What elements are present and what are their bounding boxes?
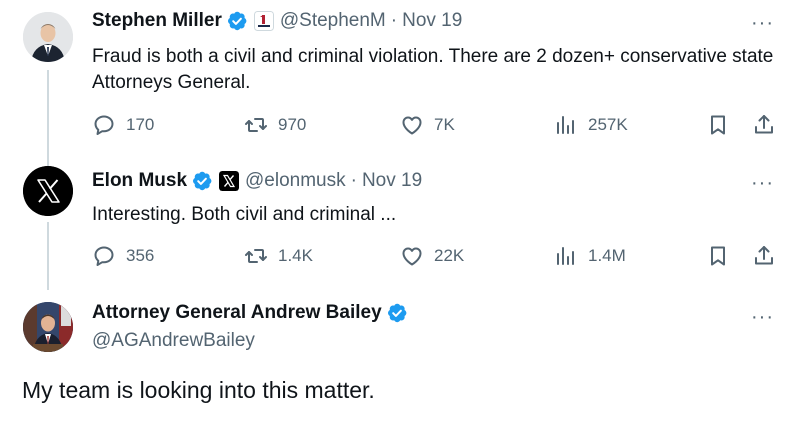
tweet-stephen-miller[interactable]: Stephen Miller @StephenM · Nov 19 ··· Fr… xyxy=(0,0,800,160)
tweet-actions: 356 1.4K 22K 1.4M xyxy=(92,244,782,270)
view-count: 1.4M xyxy=(588,246,626,265)
verified-badge-icon[interactable] xyxy=(191,170,213,192)
more-options-icon[interactable]: ··· xyxy=(751,13,774,33)
like-button[interactable]: 22K xyxy=(400,244,464,268)
retweet-button[interactable]: 1.4K xyxy=(244,244,313,268)
reply-count: 170 xyxy=(126,115,155,134)
heart-icon xyxy=(402,247,422,266)
separator: · xyxy=(350,170,357,191)
tweet-actions: 170 970 7K 257K xyxy=(92,113,782,139)
views-button[interactable]: 257K xyxy=(554,113,628,137)
tweet-andrew-bailey[interactable]: Attorney General Andrew Bailey @AGAndrew… xyxy=(0,290,800,426)
bookmark-button[interactable] xyxy=(706,113,730,137)
x-affiliation-badge-icon[interactable] xyxy=(219,171,240,191)
retweet-button[interactable]: 970 xyxy=(244,113,306,137)
retweet-icon xyxy=(245,249,267,263)
handle-row: @AGAndrewBailey xyxy=(92,330,255,352)
like-button[interactable]: 7K xyxy=(400,113,455,137)
x-logo-icon xyxy=(23,166,73,216)
reply-icon xyxy=(94,115,114,135)
avatar[interactable] xyxy=(23,302,73,352)
verified-badge-icon[interactable] xyxy=(386,302,408,324)
views-button[interactable]: 1.4M xyxy=(554,244,626,268)
tweet-text: My team is looking into this matter. xyxy=(22,377,375,403)
tweet-elon-musk[interactable]: Elon Musk @elonmusk · Nov 19 ··· Interes… xyxy=(0,160,800,290)
author-handle[interactable]: @elonmusk xyxy=(245,170,346,192)
reply-button[interactable]: 170 xyxy=(92,113,154,137)
views-icon xyxy=(557,247,574,265)
retweet-count: 970 xyxy=(278,115,307,134)
author-handle[interactable]: @AGAndrewBailey xyxy=(92,330,255,352)
tweet-text: Fraud is both a civil and criminal viola… xyxy=(92,46,774,93)
affiliation-badge-icon[interactable] xyxy=(253,11,274,31)
avatar[interactable] xyxy=(23,166,73,216)
bookmark-icon xyxy=(711,246,725,266)
retweet-icon xyxy=(245,118,267,132)
tweet-date[interactable]: Nov 19 xyxy=(362,170,422,192)
verified-badge-icon[interactable] xyxy=(226,10,248,32)
tweet-header: Elon Musk @elonmusk · Nov 19 xyxy=(92,170,422,192)
share-button[interactable] xyxy=(752,113,776,137)
views-icon xyxy=(557,116,574,134)
tweet-text: Interesting. Both civil and criminal ... xyxy=(92,204,397,225)
like-count: 22K xyxy=(434,246,465,265)
share-button[interactable] xyxy=(752,244,776,268)
more-options-icon[interactable]: ··· xyxy=(751,307,774,327)
bookmark-button[interactable] xyxy=(706,244,730,268)
author-handle[interactable]: @StephenM xyxy=(280,10,386,32)
retweet-count: 1.4K xyxy=(278,246,313,265)
tweet-header: Attorney General Andrew Bailey xyxy=(92,302,408,324)
view-count: 257K xyxy=(588,115,628,134)
share-icon xyxy=(755,115,773,134)
author-name[interactable]: Stephen Miller xyxy=(92,10,222,32)
more-options-icon[interactable]: ··· xyxy=(751,173,774,193)
heart-icon xyxy=(402,116,422,135)
author-name[interactable]: Attorney General Andrew Bailey xyxy=(92,302,382,324)
like-count: 7K xyxy=(434,115,455,134)
bookmark-icon xyxy=(711,115,725,135)
tweet-date[interactable]: Nov 19 xyxy=(402,10,462,32)
share-icon xyxy=(755,246,773,265)
reply-icon xyxy=(94,246,114,266)
avatar[interactable] xyxy=(23,12,73,62)
reply-button[interactable]: 356 xyxy=(92,244,154,268)
reply-count: 356 xyxy=(126,246,155,265)
author-name[interactable]: Elon Musk xyxy=(92,170,187,192)
tweet-header: Stephen Miller @StephenM · Nov 19 xyxy=(92,10,462,32)
separator: · xyxy=(390,10,398,31)
